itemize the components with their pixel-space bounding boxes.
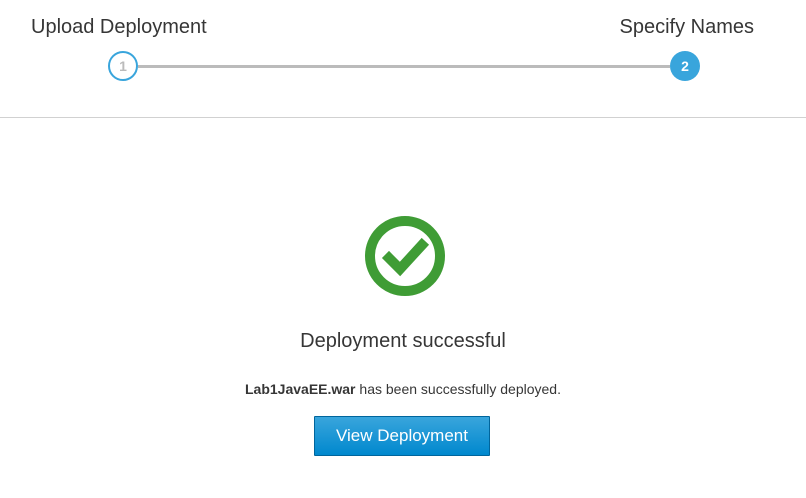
success-title: Deployment successful	[300, 330, 506, 352]
check-circle-icon	[365, 216, 445, 296]
step-progress-line	[138, 65, 670, 68]
wizard-steps: Upload Deployment Specify Names 1 2	[0, 0, 806, 118]
step-1-indicator[interactable]: 1	[108, 51, 138, 81]
step-title-specify-names: Specify Names	[619, 16, 755, 38]
success-message-text: has been successfully deployed.	[355, 381, 561, 397]
step-title-upload-deployment: Upload Deployment	[31, 16, 207, 38]
success-message: Lab1JavaEE.war has been successfully dep…	[0, 381, 806, 397]
view-deployment-button[interactable]: View Deployment	[314, 416, 490, 456]
step-2-indicator[interactable]: 2	[670, 51, 700, 81]
deployed-filename: Lab1JavaEE.war	[245, 381, 356, 397]
